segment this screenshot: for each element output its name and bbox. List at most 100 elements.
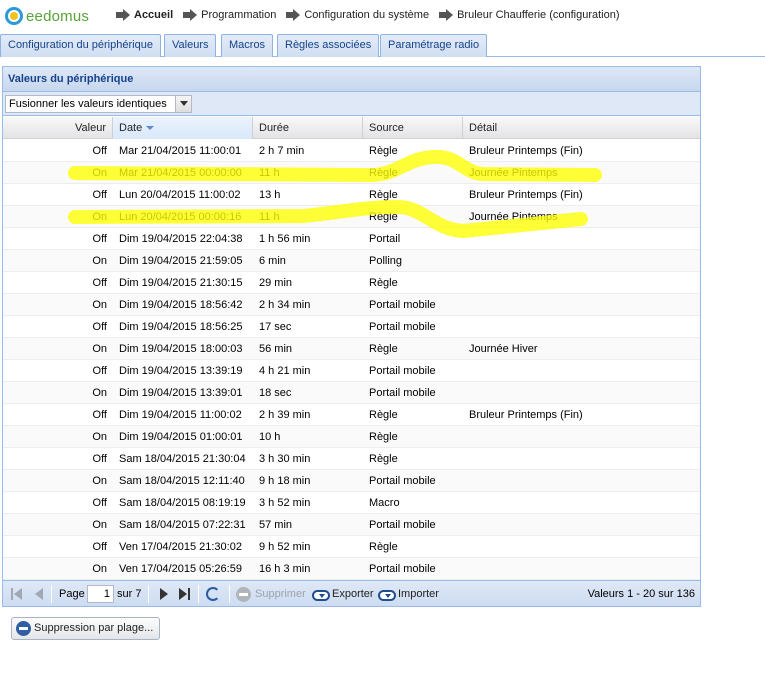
breadcrumb: Accueil Programmation Configuration du s…: [116, 9, 630, 21]
cell-date: Sam 18/04/2015 21:30:04: [119, 453, 246, 465]
table-row[interactable]: On Sam 18/04/2015 07:22:31 57 min Portail m…: [3, 514, 700, 536]
sort-desc-icon: [146, 126, 155, 131]
cell-detail: [463, 272, 700, 294]
arrow-right-icon: [439, 9, 454, 21]
table-row[interactable]: Off Dim 19/04/2015 18:56:25 17 sec Portail …: [3, 316, 700, 338]
table-row[interactable]: Off Dim 19/04/2015 11:00:02 2 h 39 min Règl…: [3, 404, 700, 426]
cell-date: Sam 18/04/2015 12:11:40: [119, 475, 245, 487]
column-header-valeur[interactable]: Valeur: [3, 117, 113, 139]
table-row[interactable]: Off Sam 18/04/2015 08:19:19 3 h 52 min Macr…: [3, 492, 700, 514]
column-header-date[interactable]: Date: [113, 117, 253, 139]
cell-valeur: On: [92, 255, 107, 267]
cell-detail: Journée Pintemps: [469, 211, 558, 223]
table-row[interactable]: Off Dim 19/04/2015 13:39:19 4 h 21 min Port…: [3, 360, 700, 382]
table-row[interactable]: Off Sam 18/04/2015 21:30:04 3 h 30 min Règl…: [3, 448, 700, 470]
cell-detail: Bruleur Printemps (Fin): [469, 189, 583, 201]
page-number-input[interactable]: 1: [87, 585, 114, 603]
cell-date: Ven 17/04/2015 21:30:02: [119, 541, 242, 553]
merge-values-select[interactable]: Fusionner les valeurs identiques: [5, 95, 192, 113]
prev-page-icon[interactable]: [33, 587, 47, 601]
table-row[interactable]: Off Ven 17/04/2015 21:30:02 9 h 52 min Règl…: [3, 536, 700, 558]
cell-date: Sam 18/04/2015 07:22:31: [119, 519, 246, 531]
grid-header: Valeur Date Durée Source Détail: [3, 117, 700, 139]
tab-values[interactable]: Valeurs: [164, 34, 217, 57]
tab-macros[interactable]: Macros: [221, 34, 274, 57]
cell-detail: Journée Hiver: [469, 343, 538, 355]
cell-valeur: Off: [92, 321, 107, 333]
cell-duree: 56 min: [259, 343, 293, 355]
cloud-download-icon: [312, 590, 330, 601]
first-page-icon[interactable]: [11, 587, 25, 601]
page-label: Page: [59, 588, 85, 600]
column-header-duree[interactable]: Durée: [253, 117, 363, 139]
cell-detail: Bruleur Printemps (Fin): [469, 145, 583, 157]
delete-range-icon: [16, 621, 31, 636]
breadcrumb-item-device[interactable]: Bruleur Chaufferie (configuration): [457, 9, 619, 21]
column-header-source[interactable]: Source: [363, 117, 463, 139]
cell-source: Règle: [369, 431, 398, 443]
cell-source: Portail mobile: [369, 475, 436, 487]
chevron-down-icon[interactable]: [175, 96, 191, 112]
cell-source: Règle: [369, 453, 398, 465]
table-row[interactable]: On Dim 19/04/2015 13:39:01 18 sec Portail m…: [3, 382, 700, 404]
table-row[interactable]: Off Dim 19/04/2015 22:04:38 1 h 56 min Port…: [3, 228, 700, 250]
breadcrumb-item-configuration[interactable]: Configuration du système: [304, 9, 429, 21]
cell-valeur: On: [92, 343, 107, 355]
table-row[interactable]: On Dim 19/04/2015 01:00:01 10 h Règle: [3, 426, 700, 448]
column-header-detail[interactable]: Détail: [463, 117, 700, 139]
paging-summary: Valeurs 1 - 20 sur 136: [587, 588, 695, 600]
cell-detail: Journée Pintemps: [469, 167, 558, 179]
paging-toolbar: Page 1 sur 7 Supprimer Exporter Importer…: [3, 580, 700, 606]
app-header: eedomus Accueil Programmation Configurat…: [0, 0, 765, 32]
cell-duree: 3 h 52 min: [259, 497, 311, 509]
table-row[interactable]: On Mar 21/04/2015 00:00:00 11 h Règle Journé…: [3, 162, 700, 184]
cell-source: Portail mobile: [369, 365, 436, 377]
cell-valeur: On: [92, 387, 107, 399]
table-row[interactable]: On Dim 19/04/2015 18:56:42 2 h 34 min Porta…: [3, 294, 700, 316]
cell-duree: 29 min: [259, 277, 293, 289]
last-page-icon[interactable]: [177, 587, 191, 601]
delete-by-range-button[interactable]: Suppression par plage...: [11, 617, 161, 640]
table-row[interactable]: On Sam 18/04/2015 12:11:40 9 h 18 min Porta…: [3, 470, 700, 492]
table-row[interactable]: Off Dim 19/04/2015 21:30:15 29 min Règle: [3, 272, 700, 294]
cell-valeur: On: [92, 167, 107, 179]
cell-date: Sam 18/04/2015 08:19:19: [119, 497, 246, 509]
cell-detail: [463, 558, 700, 580]
panel-toolbar: Fusionner les valeurs identiques: [3, 92, 700, 116]
cell-duree: 2 h 39 min: [259, 409, 311, 421]
cell-duree: 16 h 3 min: [259, 563, 311, 575]
table-row[interactable]: On Dim 19/04/2015 21:59:05 6 min Polling: [3, 250, 700, 272]
cell-detail: [463, 514, 700, 536]
export-button[interactable]: Exporter: [332, 588, 374, 600]
cell-source: Règle: [369, 541, 398, 553]
tab-associated-rules[interactable]: Règles associées: [277, 34, 380, 57]
table-row[interactable]: On Ven 17/04/2015 05:26:59 16 h 3 min Porta…: [3, 558, 700, 580]
next-page-icon[interactable]: [157, 587, 171, 601]
breadcrumb-item-programmation[interactable]: Programmation: [201, 9, 276, 21]
table-row[interactable]: On Dim 19/04/2015 18:00:03 56 min Règle Jour…: [3, 338, 700, 360]
cell-date: Dim 19/04/2015 22:04:38: [119, 233, 243, 245]
breadcrumb-item-accueil[interactable]: Accueil: [134, 9, 173, 21]
cell-duree: 4 h 21 min: [259, 365, 311, 377]
delete-button[interactable]: Supprimer: [255, 588, 306, 600]
table-row[interactable]: On Lun 20/04/2015 00:00:16 11 h Règle Journé…: [3, 206, 700, 228]
cell-duree: 57 min: [259, 519, 293, 531]
table-row[interactable]: Off Mar 21/04/2015 11:00:01 2 h 7 min Règle…: [3, 140, 700, 162]
values-panel: Valeurs du périphérique Fusionner les va…: [2, 66, 701, 607]
toolbar-separator: [198, 585, 199, 603]
import-button[interactable]: Importer: [398, 588, 439, 600]
cell-duree: 11 h: [259, 211, 280, 223]
page-count-label: sur 7: [117, 588, 142, 600]
toolbar-separator: [148, 585, 149, 603]
cell-valeur: Off: [92, 145, 107, 157]
tab-device-config[interactable]: Configuration du périphérique: [0, 34, 161, 57]
refresh-icon[interactable]: [206, 587, 220, 601]
cell-date: Dim 19/04/2015 18:56:25: [119, 321, 243, 333]
panel-title: Valeurs du périphérique: [3, 67, 700, 92]
cell-source: Règle: [369, 167, 398, 179]
cell-detail: [463, 228, 700, 250]
tab-radio-settings[interactable]: Paramétrage radio: [380, 34, 488, 57]
eedomus-logo[interactable]: eedomus: [5, 6, 89, 26]
table-row[interactable]: Off Lun 20/04/2015 11:00:02 13 h Règle Brule…: [3, 184, 700, 206]
grid-body: Off Mar 21/04/2015 11:00:01 2 h 7 min Règle…: [3, 140, 700, 580]
